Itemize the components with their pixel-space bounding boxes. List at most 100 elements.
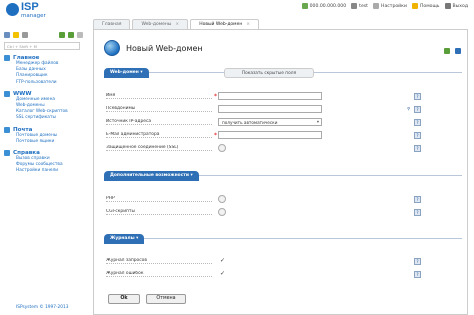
main-panel: Новый Web-домен Web-домен Показать скрыт… <box>93 29 468 315</box>
help-icon <box>411 3 418 9</box>
tab-bar: Главная Web-домены × Новый Web-домен × <box>93 19 260 29</box>
admin-email-input[interactable] <box>218 131 322 139</box>
help-icon[interactable]: ? <box>414 271 421 278</box>
tab-web-domains-label: Web-домены <box>141 22 172 27</box>
sidebar: Ctrl + Shift + M Главное Менеджер файлов… <box>0 30 88 315</box>
php-toggle[interactable] <box>218 195 226 203</box>
name-input[interactable] <box>218 92 322 100</box>
section-logs-toggle[interactable]: Журналы <box>104 234 145 244</box>
sidebar-group-mail: Почта Почтовые домены Почтовые ящики <box>4 126 84 145</box>
field-row-php: PHP ? <box>106 194 462 204</box>
field-row-error-log: Журнал ошибок ✓ ? <box>106 269 462 279</box>
error-log-label: Журнал ошибок <box>106 271 212 277</box>
collapse-icon[interactable] <box>68 32 74 38</box>
search-icon[interactable]: ⚲ <box>405 106 412 113</box>
settings-label: Настройки <box>380 3 407 9</box>
tab-web-domains[interactable]: Web-домены × <box>132 19 189 29</box>
field-row-name: Имя * ? <box>106 91 462 101</box>
sidebar-item-mailboxes[interactable]: Почтовые ящики <box>4 139 84 145</box>
user-icon <box>351 3 358 9</box>
user-label: test <box>359 3 368 9</box>
logout-label: Выход <box>452 3 468 9</box>
main-icon <box>4 55 10 61</box>
access-log-label: Журнал запросов <box>106 258 212 264</box>
sidebar-settings-icon[interactable] <box>77 32 83 38</box>
logo-icon <box>6 3 19 16</box>
field-row-cgi: CGI-скрипты ? <box>106 207 462 217</box>
name-label: Имя <box>106 93 212 99</box>
help-icon[interactable]: ? <box>414 209 421 216</box>
help-icon[interactable]: ? <box>414 93 421 100</box>
help-icon[interactable]: ? <box>414 258 421 265</box>
page-title: Новый Web-домен <box>126 43 203 53</box>
help-icon[interactable]: ? <box>414 106 421 113</box>
sidebar-toolbar <box>0 30 88 40</box>
help-icon[interactable]: ? <box>414 132 421 139</box>
cancel-button[interactable]: Отмена <box>146 294 186 304</box>
logo-text: ISP <box>21 1 39 13</box>
field-row-aliases: Псевдонимы ⚲ ? <box>106 104 462 114</box>
sidebar-search-input[interactable]: Ctrl + Shift + M <box>4 42 80 50</box>
tab-home-label: Главная <box>102 22 122 27</box>
sidebar-group-title: Почта <box>13 126 33 133</box>
info-icon[interactable] <box>455 48 461 54</box>
section-web-domain-toggle[interactable]: Web-домен <box>104 68 149 78</box>
sidebar-group-help: Справка Вызов справки Форумы сообщества … <box>4 150 84 175</box>
sidebar-group-www: WWW Доменные имена Web-домены Каталог We… <box>4 90 84 122</box>
section-logs: Журналы <box>104 234 462 246</box>
ip-source-select[interactable]: получить автоматически <box>218 118 322 126</box>
save-icon[interactable] <box>444 48 450 54</box>
ssl-toggle[interactable] <box>218 144 226 152</box>
help-label: Помощь <box>419 3 440 9</box>
sidebar-item-ssl-certificates[interactable]: SSL сертификаты <box>4 115 84 121</box>
sidebar-group-main: Главное Менеджер файлов Базы данных План… <box>4 55 84 86</box>
admin-email-label: E-Mail администратора <box>106 132 212 138</box>
help-icon[interactable]: ? <box>414 196 421 203</box>
expand-icon[interactable] <box>59 32 65 38</box>
top-toolbar: 000.00.000.000 test Настройки Помощь Вых… <box>301 3 468 9</box>
sidebar-group-title: WWW <box>13 90 32 97</box>
aliases-label: Псевдонимы <box>106 106 212 112</box>
section-extra-features: Дополнительные возможности <box>104 171 462 183</box>
user-menu[interactable]: test <box>351 3 368 9</box>
page-actions <box>444 48 461 54</box>
user-settings-icon[interactable] <box>22 32 28 38</box>
tree-view-icon[interactable] <box>4 32 10 38</box>
help-book-icon <box>4 150 10 157</box>
access-log-checkbox[interactable]: ✓ <box>218 257 227 265</box>
cgi-label: CGI-скрипты <box>106 209 212 215</box>
sidebar-item-panel-settings[interactable]: Настройки панели <box>4 168 84 174</box>
section-extra-features-toggle[interactable]: Дополнительные возможности <box>104 171 199 181</box>
balance-indicator: 000.00.000.000 <box>301 3 346 9</box>
close-icon[interactable]: × <box>246 22 250 27</box>
section-web-domain: Web-домен Показать скрытые поля <box>104 68 462 80</box>
ok-button[interactable]: Ok <box>108 294 140 304</box>
tab-new-web-domain[interactable]: Новый Web-домен × <box>190 19 260 29</box>
ip-source-label: Источник IP-адреса <box>106 119 212 125</box>
field-row-admin-email: E-Mail администратора * ? <box>106 130 462 140</box>
settings-icon <box>372 3 379 9</box>
help-icon[interactable]: ? <box>414 145 421 152</box>
cgi-toggle[interactable] <box>218 208 226 216</box>
show-hidden-fields-button[interactable]: Показать скрытые поля <box>224 68 314 78</box>
logout-link[interactable]: Выход <box>444 3 468 9</box>
ispmanager-logo[interactable]: ISP manager <box>6 1 56 24</box>
close-icon[interactable]: × <box>175 22 179 27</box>
ssl-label: Защищенное соединение (SSL) <box>106 145 212 151</box>
php-label: PHP <box>106 196 212 202</box>
aliases-input[interactable] <box>218 105 322 113</box>
copyright-link[interactable]: ISPsystem © 1997-2013 <box>16 305 69 310</box>
help-link[interactable]: Помощь <box>411 3 440 9</box>
tab-home[interactable]: Главная <box>93 19 131 29</box>
globe-icon <box>4 90 10 97</box>
tab-new-web-domain-label: Новый Web-домен <box>199 22 243 27</box>
error-log-checkbox[interactable]: ✓ <box>218 270 227 278</box>
settings-link[interactable]: Настройки <box>372 3 407 9</box>
sidebar-item-ftp-users[interactable]: FTP-пользователи <box>4 80 84 86</box>
favorites-icon[interactable] <box>13 32 19 38</box>
mail-icon <box>4 126 10 133</box>
logo-subtext: manager <box>21 13 46 19</box>
field-row-ip-source: Источник IP-адреса получить автоматическ… <box>106 117 462 127</box>
balance-icon <box>301 3 308 9</box>
help-icon[interactable]: ? <box>414 119 421 126</box>
